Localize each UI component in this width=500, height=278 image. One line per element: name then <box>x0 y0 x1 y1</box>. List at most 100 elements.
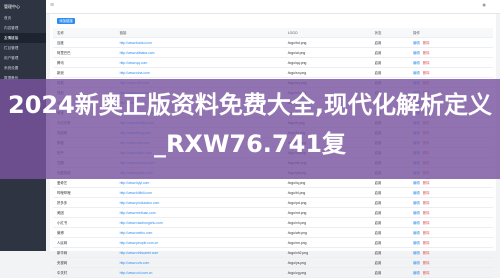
row-actions[interactable]: 编辑删除 <box>409 247 493 258</box>
edit-link[interactable]: 编辑 <box>413 51 420 55</box>
column-header: 链接 <box>115 28 284 38</box>
edit-link[interactable]: 编辑 <box>413 251 420 255</box>
delete-link[interactable]: 删除 <box>423 241 430 245</box>
edit-link[interactable]: 编辑 <box>413 191 420 195</box>
table-row: 爱奇艺 http://www.iqiyi.com/logo/iq.png 启用 编辑删… <box>53 177 493 188</box>
edit-link[interactable]: 编辑 <box>413 211 420 215</box>
table-cell: /logo/al.png <box>283 47 371 58</box>
delete-link[interactable]: 删除 <box>423 221 430 225</box>
table-cell[interactable]: http://www.weibo.com <box>115 227 284 238</box>
row-actions[interactable]: 编辑删除 <box>409 237 493 248</box>
row-actions[interactable]: 编辑删除 <box>409 187 493 198</box>
edit-link[interactable]: 编辑 <box>413 221 420 225</box>
delete-link[interactable]: 删除 <box>423 41 430 45</box>
table-cell: /logo/xh.png <box>283 217 371 228</box>
delete-link[interactable]: 删除 <box>423 51 430 55</box>
delete-link[interactable]: 删除 <box>423 71 430 75</box>
edit-link[interactable]: 编辑 <box>413 261 420 265</box>
row-actions[interactable]: 编辑删除 <box>409 197 493 208</box>
edit-link[interactable]: 编辑 <box>413 181 420 185</box>
sidebar-brand: 管理中心 <box>4 4 20 9</box>
table-cell[interactable]: http://www.pinduoduo.com <box>115 197 284 208</box>
delete-link[interactable]: 删除 <box>423 61 430 65</box>
table-row: 中关村 http://www.zol.com.cn/logo/zg.png 启用 编辑… <box>53 267 493 278</box>
table-cell[interactable]: http://www.qq.com <box>115 57 284 68</box>
sidebar-item[interactable]: 友情链接 <box>0 33 46 43</box>
table-cell[interactable]: http://www.people.com.cn <box>115 237 284 248</box>
table-cell: 启用 <box>370 67 410 78</box>
table-cell[interactable]: http://www.alibaba.com <box>115 47 284 58</box>
table-cell: 拼多多 <box>53 197 116 208</box>
table-cell[interactable]: http://www.sina.com <box>115 67 284 78</box>
delete-link[interactable]: 删除 <box>423 261 430 265</box>
table-cell[interactable]: http://www.iqiyi.com <box>115 177 284 188</box>
add-link-button[interactable]: 添加链接 <box>57 18 75 24</box>
delete-link[interactable]: 删除 <box>423 251 430 255</box>
table-cell: 人民网 <box>53 237 116 248</box>
table-row: 人民网 http://www.people.com.cn/logo/rm.png 启… <box>53 237 493 248</box>
table-row: 哔哩哔哩 http://www.bilibili.com/logo/bl.png 启… <box>53 187 493 198</box>
row-actions[interactable]: 编辑删除 <box>409 267 493 278</box>
table-cell: /logo/sn.png <box>283 67 371 78</box>
edit-link[interactable]: 编辑 <box>413 271 420 275</box>
row-actions[interactable]: 编辑删除 <box>409 47 493 58</box>
sidebar-item[interactable]: 内容管理 <box>0 23 46 33</box>
delete-link[interactable]: 删除 <box>423 191 430 195</box>
edit-link[interactable]: 编辑 <box>413 61 420 65</box>
sidebar-item[interactable]: 系统设置 <box>0 63 46 73</box>
table-cell: 启用 <box>370 177 410 188</box>
table-cell: /logo/bd.png <box>283 37 371 48</box>
table-cell: /logo/wb.png <box>283 227 371 238</box>
table-cell: /logo/mt.png <box>283 207 371 218</box>
table-cell: 阿里巴巴 <box>53 47 116 58</box>
column-header: 名称 <box>53 28 116 38</box>
edit-link[interactable]: 编辑 <box>413 41 420 45</box>
delete-link[interactable]: 删除 <box>423 271 430 275</box>
table-cell[interactable]: http://www.xinhuanet.com <box>115 247 284 258</box>
table-row: 百度 http://www.baidu.com/logo/bd.png 启用 编辑 删除 <box>53 37 493 48</box>
row-actions[interactable]: 编辑删除 <box>409 227 493 238</box>
column-header: 操作 <box>409 28 493 38</box>
delete-link[interactable]: 删除 <box>423 211 430 215</box>
row-actions[interactable]: 编辑删除 <box>409 37 493 48</box>
table-cell: /logo/xh2.png <box>283 247 371 258</box>
table-cell: 启用 <box>370 197 410 208</box>
user-icon[interactable]: ● <box>482 2 490 10</box>
row-actions[interactable]: 编辑删除 <box>409 257 493 268</box>
table-cell: /logo/qq.png <box>283 57 371 68</box>
sidebar-item[interactable]: 首页 <box>0 13 46 23</box>
delete-link[interactable]: 删除 <box>423 181 430 185</box>
table-cell: 启用 <box>370 47 410 58</box>
table-row: 美团 http://www.meituan.com/logo/mt.png 启用 编辑… <box>53 207 493 218</box>
table-cell[interactable]: http://www.meituan.com <box>115 207 284 218</box>
table-cell: /logo/ys.png <box>283 257 371 268</box>
row-actions[interactable]: 编辑删除 <box>409 67 493 78</box>
delete-link[interactable]: 删除 <box>423 201 430 205</box>
row-actions[interactable]: 编辑删除 <box>409 57 493 68</box>
table-cell: /logo/zg.png <box>283 267 371 278</box>
table-row: 拼多多 http://www.pinduoduo.com/logo/pd.png 启… <box>53 197 493 208</box>
table-cell[interactable]: http://www.zol.com.cn <box>115 267 284 278</box>
row-actions[interactable]: 编辑删除 <box>409 217 493 228</box>
edit-link[interactable]: 编辑 <box>413 201 420 205</box>
table-cell[interactable]: http://www.xiaohongshu.com <box>115 217 284 228</box>
sidebar-item[interactable]: 栏目管理 <box>0 43 46 53</box>
edit-link[interactable]: 编辑 <box>413 231 420 235</box>
edit-link[interactable]: 编辑 <box>413 71 420 75</box>
menu-toggle-icon[interactable]: ≡ <box>50 2 58 10</box>
edit-link[interactable]: 编辑 <box>413 241 420 245</box>
row-actions[interactable]: 编辑删除 <box>409 177 493 188</box>
table-cell: 百度 <box>53 37 116 48</box>
table-cell[interactable]: http://www.baidu.com <box>115 37 284 48</box>
table-cell[interactable]: http://www.bilibili.com <box>115 187 284 198</box>
table-cell: 启用 <box>370 257 410 268</box>
column-header: LOGO <box>283 28 371 38</box>
delete-link[interactable]: 删除 <box>423 231 430 235</box>
table-cell: 哔哩哔哩 <box>53 187 116 198</box>
sidebar-item[interactable]: 用户管理 <box>0 53 46 63</box>
row-actions[interactable]: 编辑删除 <box>409 207 493 218</box>
table-cell: 新浪 <box>53 67 116 78</box>
table-cell: 央视网 <box>53 257 116 268</box>
table-cell: 微博 <box>53 227 116 238</box>
table-cell[interactable]: http://www.cctv.com <box>115 257 284 268</box>
